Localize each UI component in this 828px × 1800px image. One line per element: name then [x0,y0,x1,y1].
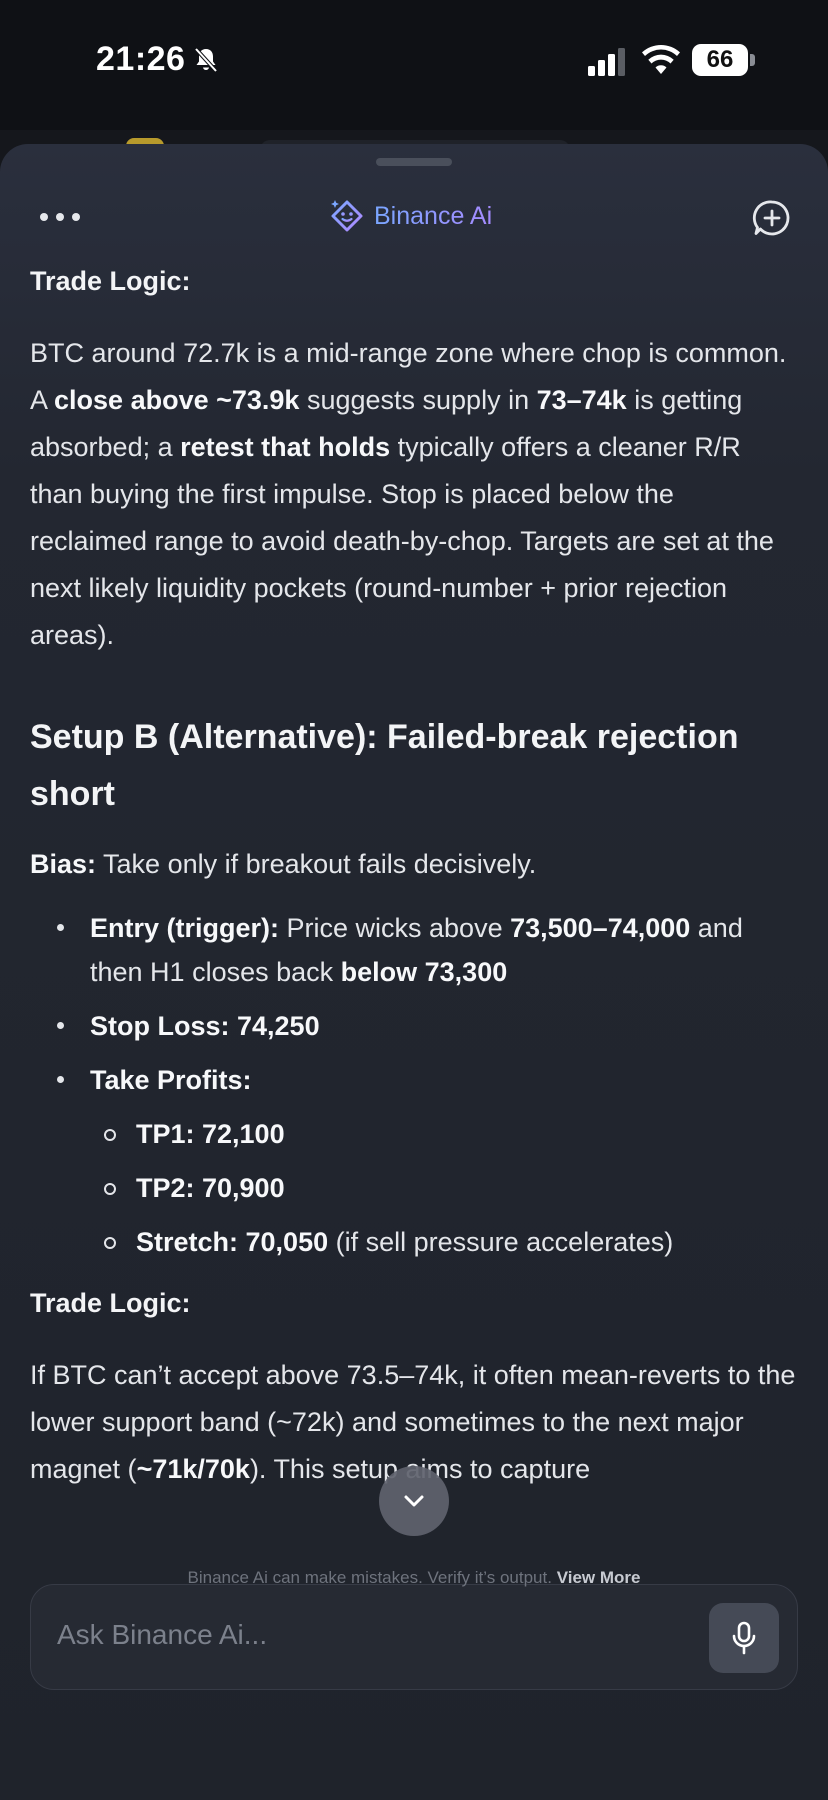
setup-b-list: Entry (trigger): Price wicks above 73,50… [30,906,798,1264]
dot-icon [72,213,80,221]
battery-cap [750,54,755,66]
list-item-tp2: TP2: 70,900 [30,1166,798,1210]
chevron-down-icon [404,1495,424,1507]
chat-input-bar[interactable]: Ask Binance Ai... [30,1584,798,1690]
ai-chat-sheet: Binance Ai Trade Logic: BTC around 72.7k… [0,144,828,1800]
dot-icon [40,213,48,221]
list-item-stop-loss: Stop Loss: 74,250 [30,1004,798,1048]
disclaimer-text: Binance Ai can make mistakes. Verify it’… [187,1568,552,1587]
sheet-grabber[interactable] [376,158,452,166]
status-time: 21:26 [96,40,186,78]
trade-logic-heading: Trade Logic: [30,266,191,296]
new-chat-button[interactable] [752,198,792,238]
trade-logic-paragraph: BTC around 72.7k is a mid-range zone whe… [30,338,787,650]
dot-icon [56,213,64,221]
bias-line: Bias: Take only if breakout fails decisi… [30,849,537,879]
more-options-button[interactable] [40,202,80,232]
microphone-icon [732,1621,756,1655]
signal-icon [588,48,625,76]
chat-input[interactable]: Ask Binance Ai... [57,1619,267,1651]
disclaimer: Binance Ai can make mistakes. Verify it’… [0,1568,828,1588]
status-bar: 21:26 66 [0,0,828,130]
brand-name: Binance Ai [374,201,493,230]
binance-ai-logo-icon [331,200,363,232]
scroll-to-bottom-button[interactable] [379,1466,449,1536]
list-item-stretch: Stretch: 70,050 (if sell pressure accele… [30,1220,798,1264]
list-item-tp1: TP1: 72,100 [30,1112,798,1156]
trade-logic-heading-2: Trade Logic: [30,1288,191,1318]
wifi-icon [642,44,680,74]
bell-muted-icon [194,47,218,73]
battery-indicator: 66 [692,44,748,76]
list-item-take-profits: Take Profits: [30,1058,798,1102]
setup-b-heading: Setup B (Alternative): Failed-break reje… [30,718,739,813]
list-item-entry: Entry (trigger): Price wicks above 73,50… [30,906,798,994]
voice-input-button[interactable] [709,1603,779,1673]
view-more-link[interactable]: View More [557,1568,641,1587]
brand-title: Binance Ai [328,194,492,238]
